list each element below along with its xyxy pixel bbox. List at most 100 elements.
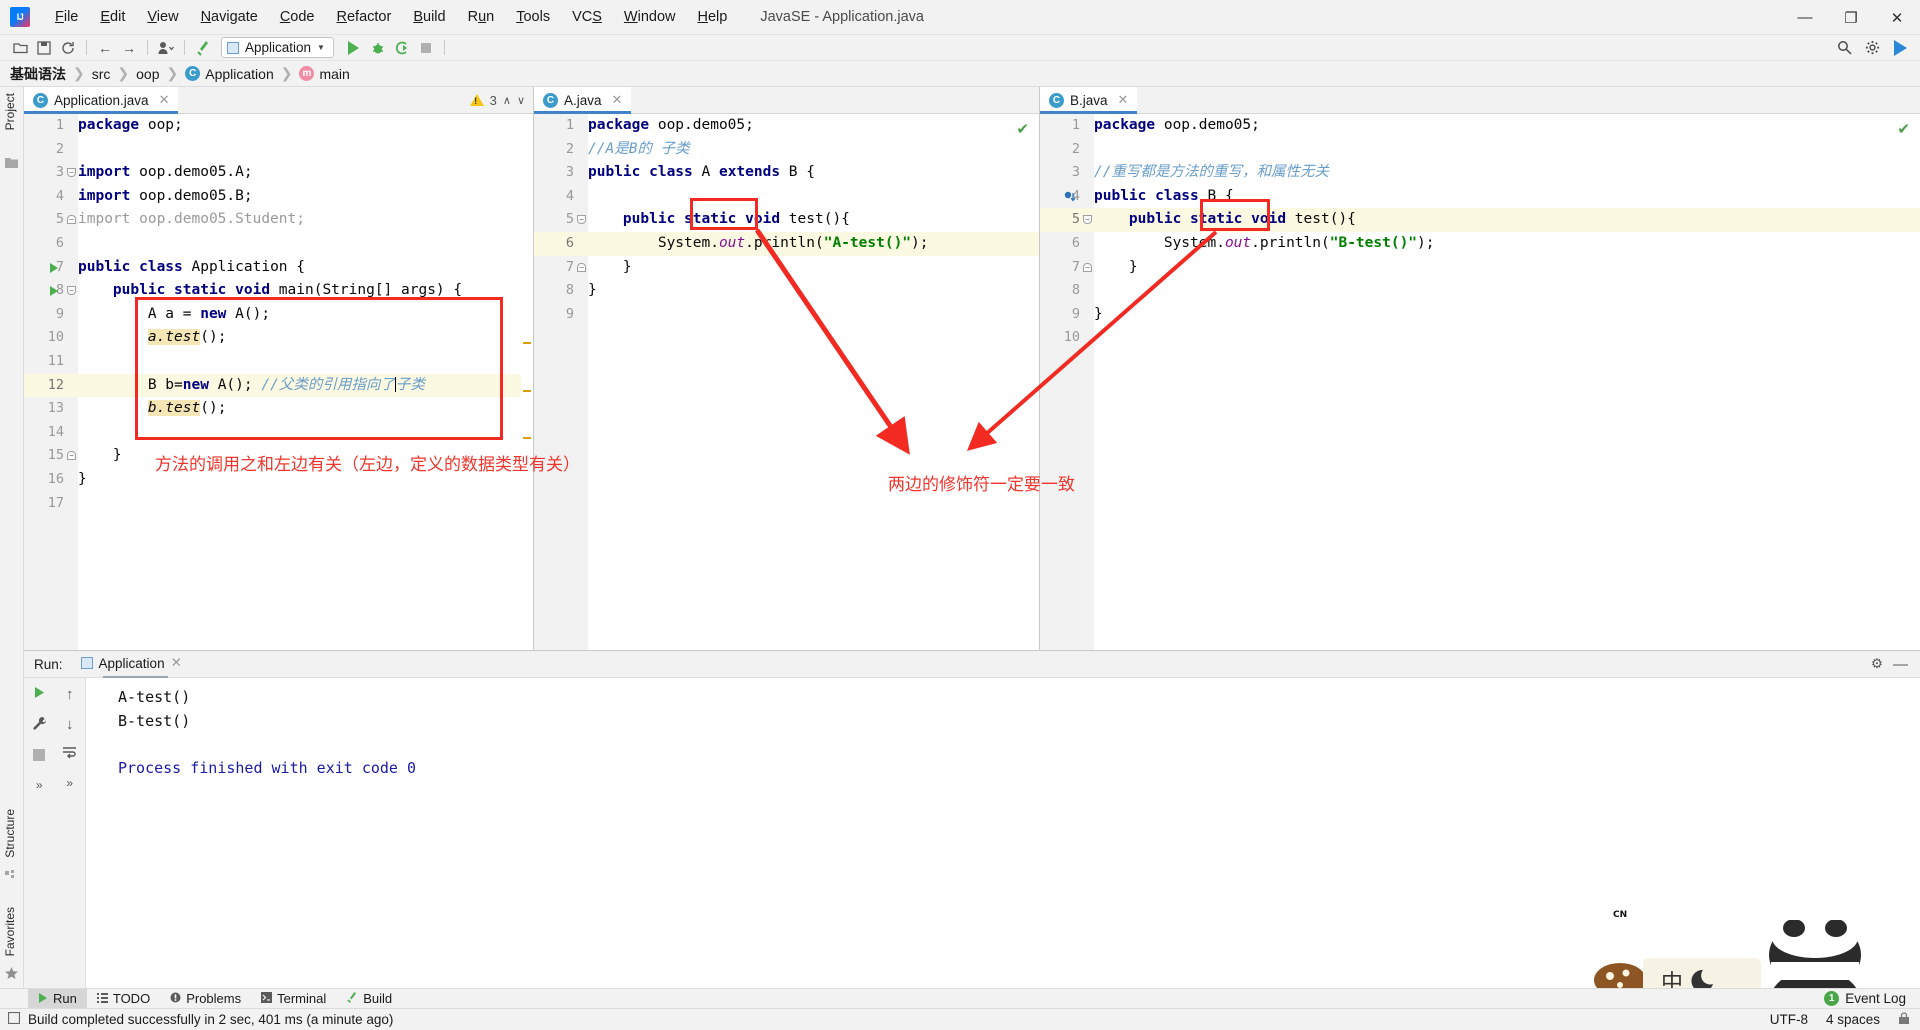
code-text: //重写都是方法的重写，和属性无关 <box>1094 164 1329 181</box>
tab-b-java[interactable]: C B.java ✕ <box>1040 87 1138 114</box>
code-editor-3[interactable]: 1 package oop.demo05; 2 3 //重写都是方法的重写，和属性无关 4… <box>1040 114 1920 650</box>
code-editor-1[interactable]: 1 package oop; 2 3− import oop.demo05.A; 4 imp… <box>24 114 533 650</box>
toolwindow-build[interactable]: Build <box>336 989 402 1008</box>
code-fold-icon[interactable]: − <box>67 286 76 296</box>
chevron-down-icon[interactable]: ∨ <box>517 94 525 107</box>
line-number: 8 <box>1071 282 1080 299</box>
menu-help[interactable]: Help <box>686 5 738 29</box>
toolbar-right-group <box>1832 37 1912 59</box>
menu-edit[interactable]: Edit <box>89 5 136 29</box>
event-log-button[interactable]: 1 Event Log <box>1824 991 1906 1006</box>
overridden-method-icon[interactable] <box>1064 191 1076 202</box>
code-fold-icon[interactable]: − <box>1083 215 1092 225</box>
rail-structure-button[interactable]: Structure <box>3 809 17 858</box>
code-fold-icon[interactable]: − <box>1083 262 1092 272</box>
close-run-tab-icon[interactable]: ✕ <box>171 655 182 671</box>
minimize-button[interactable]: — <box>1782 0 1828 35</box>
run-configuration-selector[interactable]: Application ▼ <box>221 37 334 58</box>
run-with-coverage-button[interactable] <box>390 37 414 59</box>
main-toolbar: ← → Application ▼ <box>0 35 1920 61</box>
inspection-widget[interactable]: 3 ∧ ∨ <box>469 87 533 113</box>
lock-icon[interactable] <box>1898 1011 1910 1028</box>
breadcrumb-item-oop[interactable]: oop <box>136 66 159 82</box>
line-number: 8 <box>55 282 64 299</box>
status-indent[interactable]: 4 spaces <box>1826 1012 1880 1027</box>
code-fold-icon[interactable]: − <box>67 451 76 461</box>
close-tab-icon[interactable]: ✕ <box>612 92 623 108</box>
stop-button[interactable] <box>414 37 438 59</box>
code-line: 1 package oop.demo05; <box>534 114 1039 138</box>
warning-icon <box>469 94 484 106</box>
search-icon[interactable] <box>1832 37 1856 59</box>
close-tab-icon[interactable]: ✕ <box>1118 92 1129 108</box>
code-text: } <box>1094 305 1103 322</box>
toolwindow-terminal[interactable]: Terminal <box>251 989 336 1008</box>
toolwindow-run[interactable]: Run <box>28 989 87 1008</box>
hammer-build-icon[interactable] <box>191 37 215 59</box>
menu-build[interactable]: Build <box>402 5 456 29</box>
line-number: 10 <box>1063 329 1080 346</box>
menu-tools[interactable]: Tools <box>505 5 561 29</box>
title-bar: File Edit View Navigate Code Refactor Bu… <box>0 0 1920 35</box>
scroll-up-icon[interactable]: ↑ <box>66 686 74 703</box>
menu-code[interactable]: Code <box>269 5 326 29</box>
close-button[interactable]: ✕ <box>1874 0 1920 35</box>
vcs-user-icon[interactable] <box>154 37 178 59</box>
sync-icon[interactable] <box>56 37 80 59</box>
gutter-run-icon[interactable] <box>50 286 58 297</box>
status-encoding[interactable]: UTF-8 <box>1770 1012 1808 1027</box>
menu-refactor[interactable]: Refactor <box>326 5 403 29</box>
run-console-output[interactable]: A-test() B-test() Process finished with … <box>86 678 1920 988</box>
run-settings-gear-icon[interactable]: ⚙ <box>1871 656 1883 672</box>
menu-view[interactable]: View <box>136 5 189 29</box>
close-tab-icon[interactable]: ✕ <box>159 92 170 108</box>
save-icon[interactable] <box>32 37 56 59</box>
toolwindow-problems[interactable]: Problems <box>160 989 251 1008</box>
back-arrow-icon[interactable]: ← <box>93 37 117 59</box>
gear-icon[interactable] <box>1860 37 1884 59</box>
code-line: 2 <box>1040 138 1920 162</box>
rerun-icon[interactable] <box>33 686 46 703</box>
debug-button[interactable] <box>366 37 390 59</box>
more-actions-right-icon[interactable]: » <box>66 776 73 790</box>
menu-navigate[interactable]: Navigate <box>190 5 269 29</box>
breadcrumb-item-src[interactable]: src <box>92 66 111 82</box>
menu-window[interactable]: Window <box>613 5 687 29</box>
console-line: A-test() <box>118 688 191 706</box>
code-fold-icon[interactable]: − <box>67 168 76 178</box>
code-fold-icon[interactable]: − <box>577 215 586 225</box>
breadcrumb-item-application[interactable]: C Application <box>185 66 274 82</box>
chevron-up-icon[interactable]: ∧ <box>503 94 511 107</box>
rail-favorites-button[interactable]: Favorites <box>3 907 17 956</box>
tab-application-java[interactable]: C Application.java ✕ <box>24 87 179 114</box>
forward-arrow-icon[interactable]: → <box>117 37 141 59</box>
stop-icon[interactable] <box>33 748 46 765</box>
run-button[interactable] <box>342 37 366 59</box>
breadcrumb-item-main[interactable]: m main <box>299 66 350 82</box>
open-folder-icon[interactable] <box>8 37 32 59</box>
tab-a-java[interactable]: C A.java ✕ <box>534 87 632 114</box>
more-actions-left-icon[interactable]: » <box>36 778 43 792</box>
toolwindow-todo[interactable]: TODO <box>87 989 160 1008</box>
maximize-button[interactable]: ❐ <box>1828 0 1874 35</box>
run-tab-application[interactable]: Application ✕ <box>80 655 182 679</box>
code-line: 11 <box>24 350 533 374</box>
menu-run[interactable]: Run <box>457 5 506 29</box>
line-number: 3 <box>55 164 64 181</box>
code-fold-icon[interactable]: − <box>67 215 76 225</box>
soft-wrap-icon[interactable] <box>62 746 77 763</box>
code-fold-icon[interactable]: − <box>577 262 586 272</box>
hide-run-panel-icon[interactable]: — <box>1893 656 1908 673</box>
rail-project-button[interactable]: Project <box>3 93 17 130</box>
wrench-icon[interactable] <box>32 716 47 735</box>
updates-icon[interactable] <box>1888 37 1912 59</box>
error-stripe-1[interactable] <box>521 114 533 650</box>
breadcrumb-item-project[interactable]: 基础语法 <box>10 64 66 84</box>
code-line: 6 System.out.println("A-test()"); <box>534 231 1039 256</box>
menu-vcs[interactable]: VCS <box>561 5 613 29</box>
gutter-run-icon[interactable] <box>50 262 58 273</box>
code-editor-2[interactable]: 1 package oop.demo05; 2 //A是B的 子类 3 public cl… <box>534 114 1039 650</box>
scroll-down-icon[interactable]: ↓ <box>66 716 74 733</box>
line-number: 4 <box>565 187 574 204</box>
menu-file[interactable]: File <box>44 5 89 29</box>
